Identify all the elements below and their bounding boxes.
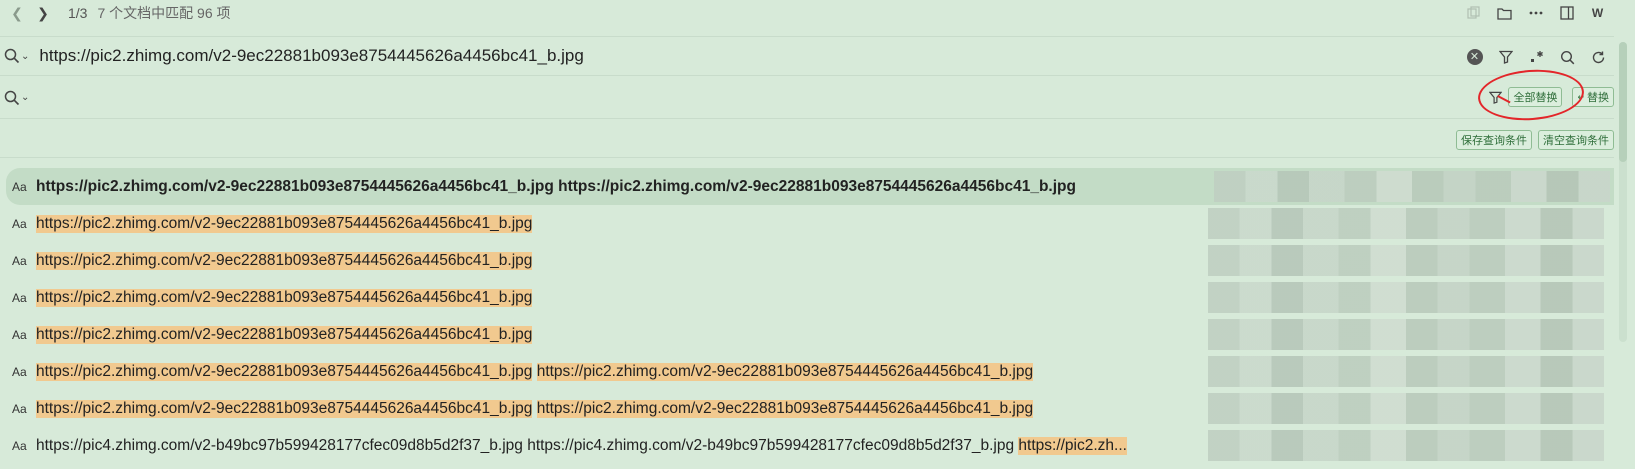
w-icon[interactable]: W [1582, 2, 1613, 24]
redacted-path [1208, 245, 1604, 276]
replace-mode-toggle[interactable]: ⌄ [4, 90, 29, 106]
search-icon [4, 48, 20, 64]
match-highlight: https://pic2.zhimg.com/v2-9ec22881b093e8… [36, 325, 533, 344]
result-row[interactable]: Aa https://pic4.zhimg.com/v2-b49bc97b5994… [0, 427, 1614, 464]
result-text: https://pic2.zhimg.com/v2-9ec22881b093e8… [36, 362, 1034, 381]
match-highlight: https://pic2.zhimg.com/v2-9ec22881b093e8… [36, 214, 533, 233]
window-tools: W [1458, 2, 1613, 24]
query-row: 保存查询条件 清空查询条件 [0, 120, 1614, 158]
search-replace-panel: ❮ ❯ 1/3 7 个文档中匹配 96 项 W ⌄ ✕ [0, 0, 1635, 469]
result-row[interactable]: Aa https://pic2.zhimg.com/v2-9ec22881b093… [0, 353, 1614, 390]
chevron-right-icon[interactable]: ❯ [32, 2, 54, 24]
match-highlight: https://pic2.zhimg.com/v2-9ec22881b093e8… [36, 399, 533, 418]
match-case-icon: Aa [12, 364, 27, 379]
results-list: Aa https://pic2.zhimg.com/v2-9ec22881b093… [0, 168, 1614, 469]
result-text: https://pic2.zhimg.com/v2-9ec22881b093e8… [36, 251, 533, 270]
clear-icon[interactable]: ✕ [1459, 42, 1490, 72]
query-buttons: 保存查询条件 清空查询条件 [1456, 130, 1614, 150]
redacted-path [1208, 356, 1604, 387]
scrollbar[interactable] [1619, 42, 1627, 342]
match-summary: 7 个文档中匹配 96 项 [97, 5, 231, 21]
search-mode-toggle[interactable]: ⌄ [4, 48, 29, 64]
match-case-icon: Aa [12, 179, 27, 194]
replace-search-icon [4, 90, 20, 105]
result-row[interactable]: Aa https://pic2.zhimg.com/v2-9ec22881b093… [0, 205, 1614, 242]
result-row[interactable]: Aa https://pic2.zhimg.com/v2-9ec22881b093… [0, 390, 1614, 427]
copy-icon[interactable] [1458, 2, 1489, 24]
replace-button-label: 替换 [1587, 92, 1609, 104]
search-row: ⌄ ✕ [0, 36, 1614, 76]
result-text: https://pic4.zhimg.com/v2-b49bc97b599428… [36, 436, 1127, 455]
match-highlight: https://pic2.zh... [1018, 436, 1127, 455]
redacted-path [1208, 208, 1604, 239]
match-highlight: https://pic2.zhimg.com/v2-9ec22881b093e8… [36, 362, 533, 381]
result-text-segment: https://pic4.zhimg.com/v2-b49bc97b599428… [36, 436, 523, 454]
result-text-segment: https://pic4.zhimg.com/v2-b49bc97b599428… [527, 436, 1015, 454]
result-text-segment: https://pic2.zhimg.com/v2-9ec22881b093e8… [36, 177, 554, 195]
replace-input[interactable] [39, 88, 1340, 107]
redacted-path [1214, 171, 1610, 202]
result-row[interactable]: Aa https://pic2.zhimg.com/v2-9ec22881b093… [0, 242, 1614, 279]
replace-row: ⌄ 全部替换 ↵ 替换 [0, 77, 1614, 119]
redacted-path [1208, 319, 1604, 350]
filter-icon[interactable] [1490, 42, 1521, 72]
clear-query-button[interactable]: 清空查询条件 [1538, 130, 1614, 150]
chevron-left-icon[interactable]: ❮ [6, 2, 28, 24]
nav-bar: ❮ ❯ 1/3 7 个文档中匹配 96 项 W [0, 0, 1635, 26]
result-text: https://pic2.zhimg.com/v2-9ec22881b093e8… [36, 214, 533, 233]
split-view-icon[interactable] [1551, 2, 1582, 24]
match-case-icon: Aa [12, 401, 27, 416]
chevron-down-icon: ⌄ [21, 50, 30, 62]
search-input[interactable] [39, 46, 1340, 66]
match-highlight: https://pic2.zhimg.com/v2-9ec22881b093e8… [36, 251, 533, 270]
regex-icon[interactable] [1521, 42, 1552, 72]
scrollbar-thumb[interactable] [1619, 42, 1627, 162]
match-counter: 1/3 [68, 5, 88, 21]
search-scope-icon[interactable] [1552, 42, 1583, 72]
result-row[interactable]: Aa https://pic2.zhimg.com/v2-9ec22881b093… [0, 279, 1614, 316]
result-text: https://pic2.zhimg.com/v2-9ec22881b093e8… [36, 325, 533, 344]
save-query-button[interactable]: 保存查询条件 [1456, 130, 1532, 150]
match-case-icon: Aa [12, 216, 27, 231]
match-case-icon: Aa [12, 438, 27, 453]
match-highlight: https://pic2.zhimg.com/v2-9ec22881b093e8… [536, 399, 1034, 418]
result-text-segment: https://pic2.zhimg.com/v2-9ec22881b093e8… [558, 177, 1076, 195]
result-row[interactable]: Aa https://pic2.zhimg.com/v2-9ec22881b093… [0, 316, 1614, 353]
redacted-path [1208, 430, 1604, 461]
result-text: https://pic2.zhimg.com/v2-9ec22881b093e8… [36, 399, 1034, 418]
result-text: https://pic2.zhimg.com/v2-9ec22881b093e8… [36, 178, 1076, 196]
refresh-icon[interactable] [1583, 42, 1614, 72]
match-case-icon: Aa [12, 327, 27, 342]
chevron-down-icon: ⌄ [21, 92, 30, 103]
more-icon[interactable] [1520, 2, 1551, 24]
result-row[interactable]: Aa https://pic2.zhimg.com/v2-9ec22881b093… [6, 168, 1614, 205]
match-highlight: https://pic2.zhimg.com/v2-9ec22881b093e8… [36, 288, 533, 307]
result-text: https://pic2.zhimg.com/v2-9ec22881b093e8… [36, 288, 533, 307]
match-case-icon: Aa [12, 253, 27, 268]
match-case-icon: Aa [12, 290, 27, 305]
redacted-path [1208, 282, 1604, 313]
redacted-path [1208, 393, 1604, 424]
folder-icon[interactable] [1489, 2, 1520, 24]
match-highlight: https://pic2.zhimg.com/v2-9ec22881b093e8… [536, 362, 1034, 381]
